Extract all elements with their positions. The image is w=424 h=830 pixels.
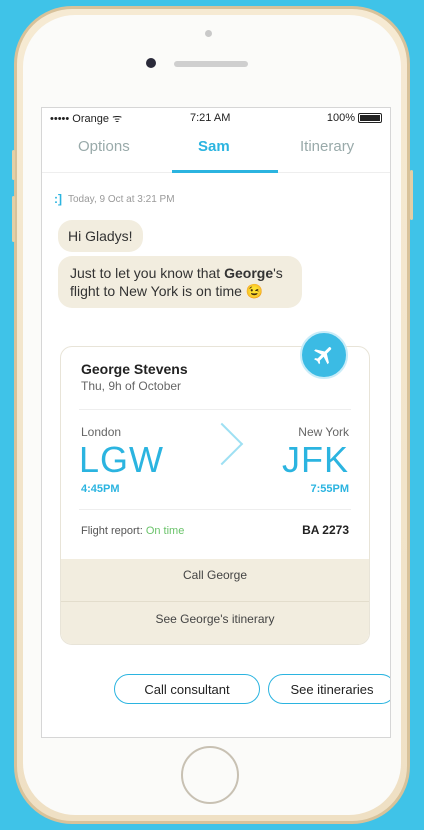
power-button bbox=[410, 170, 413, 220]
battery-icon bbox=[358, 113, 382, 123]
arrival-time: 7:55PM bbox=[310, 483, 349, 495]
flight-date: Thu, 9h of October bbox=[81, 379, 182, 393]
app-screen: ••••• Orange ᯤ 7:21 AM 100% Options Sam … bbox=[41, 107, 391, 738]
earpiece-speaker bbox=[174, 61, 248, 67]
message-timestamp: Today, 9 Oct at 3:21 PM bbox=[68, 193, 175, 205]
status-bar: ••••• Orange ᯤ 7:21 AM 100% bbox=[42, 108, 390, 128]
divider bbox=[79, 509, 351, 510]
assistant-logo-icon: :] bbox=[54, 192, 62, 206]
home-button[interactable] bbox=[181, 746, 239, 804]
chat-bubble: Just to let you know that George's fligh… bbox=[58, 256, 302, 308]
tab-options[interactable]: Options bbox=[78, 138, 130, 155]
flight-card: George Stevens Thu, 9h of October London… bbox=[60, 346, 370, 645]
active-tab-indicator bbox=[172, 170, 278, 173]
see-itinerary-button[interactable]: See George's itinerary bbox=[61, 612, 369, 626]
chevron-right-icon bbox=[200, 422, 244, 466]
tab-bar: Options Sam Itinerary bbox=[42, 128, 390, 173]
departure-time: 4:45PM bbox=[81, 483, 120, 495]
wifi-icon: ᯤ bbox=[112, 112, 123, 125]
tab-sam[interactable]: Sam bbox=[198, 138, 230, 155]
message-header: :] Today, 9 Oct at 3:21 PM bbox=[54, 192, 175, 206]
carrier-label: ••••• Orange ᯤ bbox=[50, 112, 123, 125]
tab-itinerary[interactable]: Itinerary bbox=[300, 138, 354, 155]
see-itineraries-button[interactable]: See itineraries bbox=[268, 674, 390, 704]
divider bbox=[61, 601, 369, 602]
destination-code: JFK bbox=[281, 439, 349, 480]
front-camera bbox=[146, 58, 156, 68]
call-consultant-button[interactable]: Call consultant bbox=[114, 674, 260, 704]
call-george-button[interactable]: Call George bbox=[61, 568, 369, 582]
divider bbox=[79, 409, 351, 410]
flight-report: Flight report: On time bbox=[81, 525, 185, 537]
destination-city: New York bbox=[298, 425, 349, 439]
chat-bubble: Hi Gladys! bbox=[58, 220, 143, 252]
origin-code: LGW bbox=[79, 439, 165, 480]
origin-city: London bbox=[81, 425, 122, 439]
flight-number: BA 2273 bbox=[302, 523, 349, 537]
passenger-name: George Stevens bbox=[81, 361, 188, 377]
wink-emoji-icon: 😉 bbox=[245, 283, 264, 299]
plane-icon bbox=[300, 331, 348, 379]
card-actions: Call George See George's itinerary bbox=[61, 559, 369, 644]
volume-button bbox=[12, 150, 15, 180]
status-time: 7:21 AM bbox=[190, 112, 231, 124]
proximity-sensor bbox=[205, 30, 212, 37]
volume-button bbox=[12, 196, 15, 242]
battery-indicator: 100% bbox=[327, 112, 382, 124]
status-badge: On time bbox=[145, 525, 185, 537]
